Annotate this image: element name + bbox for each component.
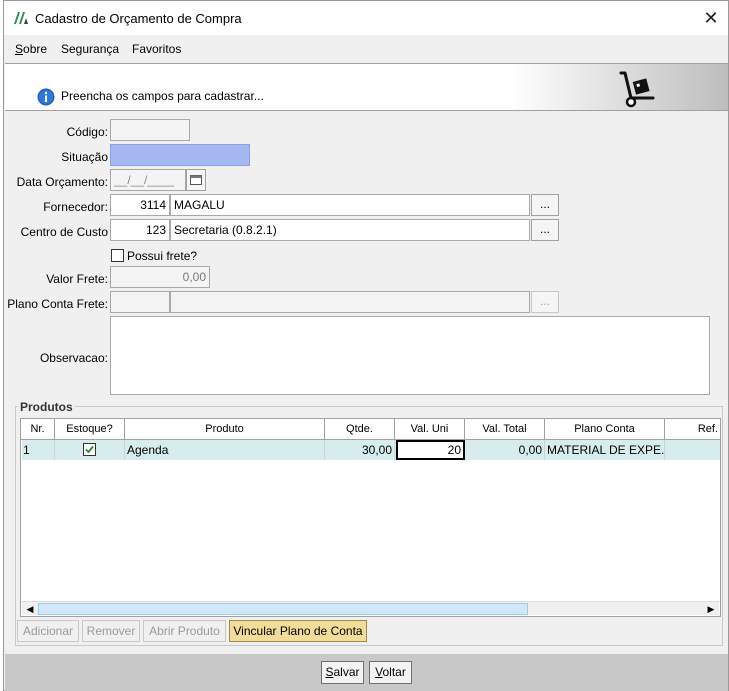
observacao-label: Observacao: (39, 351, 108, 365)
valor-frete-label: Valor Frete: (46, 272, 108, 286)
voltar-button[interactable]: Voltar (369, 661, 412, 684)
codigo-field[interactable] (110, 119, 190, 141)
plano-conta-frete-label: Plano Conta Frete: (7, 297, 108, 311)
calendar-button[interactable] (186, 169, 206, 191)
centro-custo-lookup-button[interactable]: ... (531, 219, 559, 241)
column-header-val-total[interactable]: Val. Total (465, 419, 545, 440)
fornecedor-code-field[interactable]: 3114 (110, 194, 170, 216)
possui-frete-checkbox[interactable] (111, 249, 124, 262)
menu-sobre[interactable]: Sobre (15, 42, 47, 56)
cell-val-uni-editor[interactable]: 20 (396, 440, 465, 460)
window-title: Cadastro de Orçamento de Compra (35, 11, 242, 26)
close-icon: ✕ (703, 8, 719, 28)
hand-truck-icon (619, 71, 655, 108)
produtos-grid[interactable]: Nr. Estoque? Produto Qtde. Val. Uni Val.… (20, 418, 721, 617)
situacao-label: Situação (61, 150, 108, 164)
remover-button[interactable]: Remover (82, 620, 140, 642)
abrir-produto-button[interactable]: Abrir Produto (143, 620, 226, 642)
menu-seguranca[interactable]: Segurança (61, 42, 119, 56)
plano-frete-code-field[interactable] (110, 291, 170, 313)
footer-bar: Salvar Voltar (5, 654, 728, 691)
cell-plano-conta: MATERIAL DE EXPE... (545, 440, 665, 460)
column-header-qtde[interactable]: Qtde. (325, 419, 395, 440)
cell-estoque[interactable] (55, 440, 125, 460)
menu-bar: Sobre Segurança Favoritos (4, 37, 728, 61)
produtos-group-title: Produtos (18, 400, 75, 414)
close-button[interactable]: ✕ (700, 7, 722, 29)
dialog-window: Cadastro de Orçamento de Compra ✕ Sobre … (3, 0, 729, 691)
plano-frete-name-field[interactable] (170, 291, 530, 313)
situacao-field[interactable] (110, 144, 250, 166)
menu-favoritos[interactable]: Favoritos (132, 42, 181, 56)
column-header-produto[interactable]: Produto (125, 419, 325, 440)
scrollbar-thumb[interactable] (38, 603, 528, 615)
vincular-plano-conta-button[interactable]: Vincular Plano de Conta (229, 620, 367, 642)
cell-nr: 1 (21, 440, 55, 460)
scroll-right-icon[interactable]: ▶ (704, 603, 718, 615)
banner-message: Preencha os campos para cadastrar... (61, 89, 264, 103)
salvar-button[interactable]: Salvar (321, 661, 364, 684)
possui-frete-label: Possui frete? (127, 249, 198, 263)
adicionar-button[interactable]: Adicionar (17, 620, 79, 642)
cell-val-total: 0,00 (465, 440, 545, 460)
valor-frete-field[interactable]: 0,00 (110, 266, 210, 288)
horizontal-scrollbar[interactable]: ◀ ▶ (22, 601, 719, 615)
cell-ref (665, 440, 720, 460)
column-header-nr[interactable]: Nr. (21, 419, 55, 440)
cell-qtde: 30,00 (325, 440, 395, 460)
centro-custo-name-field[interactable]: Secretaria (0.8.2.1) (170, 219, 530, 241)
cell-produto: Agenda (125, 440, 325, 460)
fornecedor-lookup-button[interactable]: ... (531, 194, 559, 216)
column-header-ref[interactable]: Ref. (665, 419, 720, 440)
data-orcamento-field[interactable]: __/__/____ (110, 169, 186, 191)
app-logo-icon (14, 12, 28, 24)
centro-custo-code-field[interactable]: 123 (110, 219, 170, 241)
title-bar: Cadastro de Orçamento de Compra ✕ (4, 1, 728, 35)
fornecedor-name-field[interactable]: MAGALU (170, 194, 530, 216)
info-banner: Preencha os campos para cadastrar... (5, 63, 728, 111)
column-header-plano-conta[interactable]: Plano Conta (545, 419, 665, 440)
column-header-val-uni[interactable]: Val. Uni (395, 419, 465, 440)
centro-custo-label: Centro de Custo (20, 225, 108, 239)
scroll-left-icon[interactable]: ◀ (23, 603, 37, 615)
checkmark-icon[interactable] (83, 443, 96, 456)
data-orcamento-label: Data Orçamento: (16, 175, 108, 189)
plano-frete-lookup-button[interactable]: ... (531, 291, 559, 313)
info-icon (37, 88, 55, 106)
observacao-field[interactable] (110, 316, 710, 395)
calendar-icon (190, 175, 202, 185)
column-header-estoque[interactable]: Estoque? (55, 419, 125, 440)
codigo-label: Código: (66, 125, 108, 139)
fornecedor-label: Fornecedor: (43, 200, 108, 214)
